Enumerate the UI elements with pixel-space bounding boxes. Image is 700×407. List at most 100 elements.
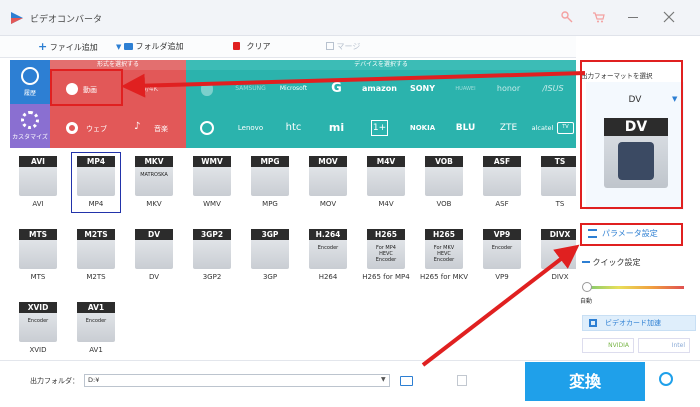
format-item-mkv[interactable]: MKV MATROSKA MKV [130, 153, 178, 215]
oneplus-device[interactable]: 1+ [358, 109, 401, 148]
format-icon: M4V [367, 156, 405, 196]
motorola-device[interactable] [186, 109, 229, 148]
format-label: 3GP [262, 273, 278, 281]
app-title: ビデオコンバータ [30, 15, 103, 25]
history-tab[interactable]: 履歴 [10, 60, 50, 104]
open-folder-icon[interactable] [400, 376, 413, 386]
quick-settings-button[interactable]: クイック設定 [582, 257, 641, 268]
cart-icon[interactable] [592, 11, 605, 23]
format-label: VP9 [495, 273, 509, 281]
microsoft-device[interactable]: Microsoft [272, 70, 315, 109]
blu-device[interactable]: BLU [444, 109, 487, 148]
tv-device[interactable]: TV [555, 109, 576, 148]
format-item-avi[interactable]: AVI AVI [14, 153, 62, 215]
bottom-bar: 出力フォルダ： D:¥ ▼ 変換 [0, 360, 700, 407]
title-bar: ビデオコンバータ [0, 0, 700, 36]
format-icon: 3GP [251, 229, 289, 269]
google-device[interactable]: G [315, 70, 358, 109]
zte-device[interactable]: ZTE [487, 109, 530, 148]
honor-device[interactable]: honor [487, 70, 530, 109]
quality-slider[interactable] [586, 286, 684, 289]
merge-label: マージ [336, 42, 361, 51]
format-icon: MOV [309, 156, 347, 196]
format-item-m2ts[interactable]: M2TS M2TS [72, 226, 120, 288]
format-item-3gp[interactable]: 3GP 3GP [246, 226, 294, 288]
honor-label: honor [496, 84, 521, 93]
lenovo-device[interactable]: Lenovo [229, 109, 272, 148]
format-icon: M2TS [77, 229, 115, 269]
add-folder-button[interactable]: ▼ フォルダ追加 [116, 36, 183, 58]
folder-dropdown-icon[interactable]: ▼ [381, 376, 386, 383]
output-folder-label: 出力フォルダ： [30, 377, 79, 385]
app-logo-icon [10, 11, 24, 25]
hd-label: HD/4K [136, 85, 159, 93]
music-category[interactable]: ♪ 音楽 [122, 109, 186, 148]
output-folder-input[interactable]: D:¥ [84, 374, 390, 387]
format-item-h265-for-mkv[interactable]: H265 For MKV HEVC Encoder H265 for MKV [420, 226, 468, 288]
asus-device[interactable]: /ISUS [530, 70, 576, 109]
merge-button[interactable]: マージ [326, 36, 360, 58]
samsung-device[interactable]: SAMSUNG [229, 70, 272, 109]
amazon-device[interactable]: amazon [358, 70, 401, 109]
format-label: MPG [262, 200, 278, 208]
format-item-h264[interactable]: H.264 Encoder H264 [304, 226, 352, 288]
plus-icon: + [38, 40, 48, 53]
convert-button[interactable]: 変換 [525, 362, 645, 401]
video-highlight-box [50, 69, 123, 106]
format-item-mts[interactable]: MTS MTS [14, 226, 62, 288]
format-icon-title: H265 [425, 229, 463, 240]
apple-icon [201, 82, 213, 96]
format-label: MOV [319, 200, 337, 208]
nokia-device[interactable]: NOKIA [401, 109, 444, 148]
format-item-av1[interactable]: AV1 Encoder AV1 [72, 299, 120, 361]
hd-category[interactable]: HD/4K [122, 70, 186, 109]
format-icon: MKV MATROSKA [135, 156, 173, 196]
merge-icon [326, 42, 334, 50]
close-icon[interactable] [663, 11, 675, 23]
huawei-device[interactable]: HUAWEI [444, 70, 487, 109]
add-file-button[interactable]: + ファイル追加 [38, 36, 98, 58]
amazon-label: amazon [362, 84, 397, 93]
format-item-vp9[interactable]: VP9 Encoder VP9 [478, 226, 526, 288]
format-item-3gp2[interactable]: 3GP2 3GP2 [188, 226, 236, 288]
slider-handle[interactable] [582, 282, 592, 292]
music-label: 音楽 [154, 125, 168, 133]
format-item-dv[interactable]: DV DV [130, 226, 178, 288]
format-item-xvid[interactable]: XVID Encoder XVID [14, 299, 62, 361]
dropdown-arrow-icon: ▼ [116, 43, 122, 51]
format-item-m4v[interactable]: M4V M4V [362, 153, 410, 215]
mi-device[interactable]: mi [315, 109, 358, 148]
format-icon-sub: Encoder [317, 245, 339, 251]
export-icon[interactable] [457, 375, 467, 386]
add-folder-label: フォルダ追加 [135, 42, 184, 51]
format-label: MTS [30, 273, 46, 281]
format-icon: XVID Encoder [19, 302, 57, 342]
apple-device[interactable] [186, 70, 229, 109]
sony-device[interactable]: SONY [401, 70, 444, 109]
alcatel-device[interactable]: alcatel [530, 109, 555, 148]
alarm-clock-icon[interactable] [659, 372, 673, 386]
format-item-h265-for-mp4[interactable]: H265 For MP4 HEVC Encoder H265 for MP4 [362, 226, 410, 288]
format-item-wmv[interactable]: WMV WMV [188, 153, 236, 215]
gpu-chip-icon [589, 319, 597, 327]
custom-tab[interactable]: カスタマイズ [10, 104, 50, 148]
clear-label: クリア [246, 42, 271, 51]
format-item-mpg[interactable]: MPG MPG [246, 153, 294, 215]
web-label: ウェブ [86, 125, 107, 133]
key-icon[interactable] [561, 11, 573, 23]
format-item-mov[interactable]: MOV MOV [304, 153, 352, 215]
web-category[interactable]: ウェブ [50, 109, 122, 148]
format-icon-sub: Encoder [85, 318, 107, 324]
format-icon-sub: Encoder [27, 318, 49, 324]
gpu-accel-button[interactable]: ビデオカード加速 [582, 315, 696, 331]
format-item-asf[interactable]: ASF ASF [478, 153, 526, 215]
htc-device[interactable]: htc [272, 109, 315, 148]
format-label: H264 [318, 273, 338, 281]
motorola-icon [200, 121, 214, 135]
format-icon-sub: MATROSKA [140, 172, 168, 178]
minimize-icon[interactable] [628, 17, 638, 18]
format-item-vob[interactable]: VOB VOB [420, 153, 468, 215]
clear-button[interactable]: クリア [233, 36, 271, 58]
format-label: H265 for MP4 [362, 273, 410, 281]
format-icon-sub: For MKV HEVC Encoder [433, 245, 455, 263]
